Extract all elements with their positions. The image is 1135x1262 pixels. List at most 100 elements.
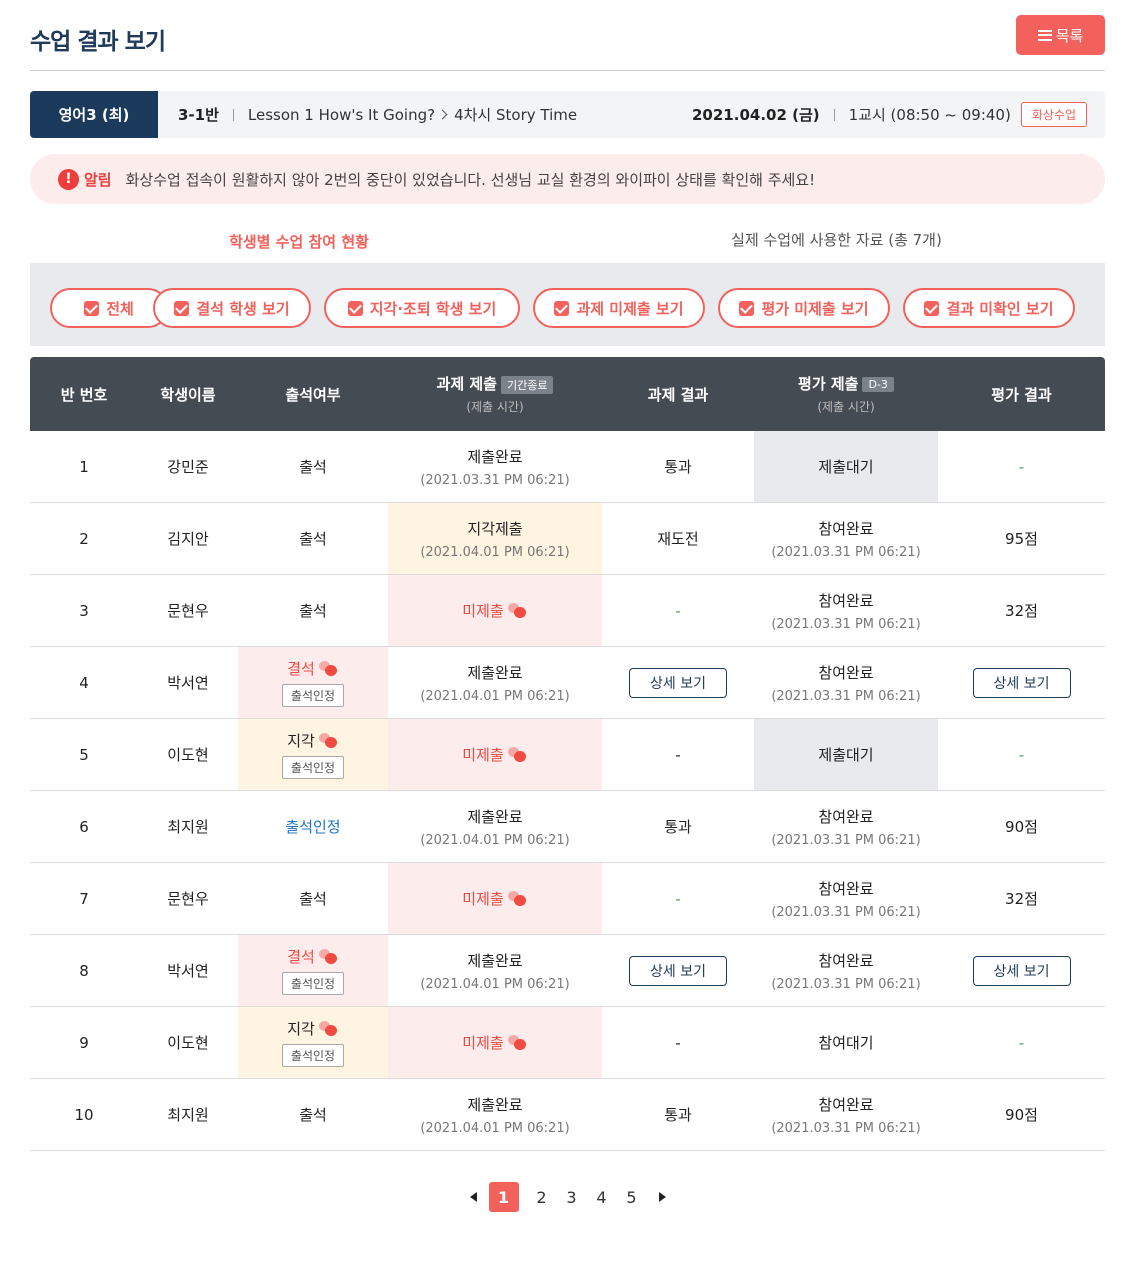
filter-absent[interactable]: 결석 학생 보기	[153, 288, 311, 328]
evaluation-label: 제출대기	[818, 746, 874, 764]
alert-message: 화상수업 접속이 원활하지 않아 2번의 중단이 있었습니다. 선생님 교실 환…	[125, 170, 816, 189]
attendance-approved-badge[interactable]: 출석인정	[281, 972, 345, 995]
evaluation-time: (2021.03.31 PM 06:21)	[771, 688, 921, 704]
cell-name: 문현우	[138, 863, 238, 934]
tab-participation[interactable]: 학생별 수업 참여 현황	[30, 218, 568, 268]
page-4[interactable]: 4	[587, 1182, 617, 1212]
cell-evaluation: 참여대기	[754, 1007, 938, 1078]
cell-evaluation: 참여완료 (2021.03.31 PM 06:21)	[754, 1079, 938, 1150]
chat-bubble-icon[interactable]	[507, 746, 528, 763]
mode-badge: 화상수업	[1020, 102, 1087, 127]
filter-label: 결과 미확인 보기	[946, 299, 1054, 318]
table-row: 1 강민준 출석 제출완료 (2021.03.31 PM 06:21) 통과 제출대기 -	[30, 431, 1105, 503]
prev-page-icon[interactable]	[469, 1192, 477, 1202]
cell-attendance: 출석	[238, 863, 388, 934]
checkbox-checked-icon	[174, 300, 190, 316]
cell-assignment-result: -	[602, 863, 754, 934]
cell-assignment: 미제출	[388, 1007, 602, 1078]
cell-name: 최지원	[138, 791, 238, 862]
next-page-icon[interactable]	[658, 1192, 666, 1202]
chat-bubble-icon[interactable]	[318, 660, 339, 677]
assignment-label: 제출완료	[467, 807, 523, 826]
alert-banner: ! 알림 화상수업 접속이 원활하지 않아 2번의 중단이 있었습니다. 선생님…	[30, 154, 1105, 204]
student-number: 8	[79, 961, 89, 980]
filter-late[interactable]: 지각·조퇴 학생 보기	[324, 288, 520, 328]
student-name: 최지원	[167, 818, 209, 836]
divider	[232, 108, 234, 121]
header-label: 출석여부	[285, 385, 341, 404]
student-name: 문현우	[167, 602, 209, 620]
assignment-result: -	[675, 601, 681, 620]
student-name: 박서연	[167, 674, 209, 692]
tab-materials[interactable]: 실제 수업에 사용한 자료 (총 7개)	[568, 218, 1105, 268]
assignment-detail-button[interactable]: 상세 보기	[629, 667, 727, 698]
chat-bubble-icon[interactable]	[318, 732, 339, 749]
chat-bubble-icon[interactable]	[318, 1020, 339, 1037]
chat-bubble-icon[interactable]	[507, 602, 528, 619]
evaluation-detail-button[interactable]: 상세 보기	[972, 667, 1071, 698]
page-1[interactable]: 1	[488, 1182, 519, 1212]
assignment-detail-button[interactable]: 상세 보기	[629, 955, 727, 986]
header-name: 학생이름	[138, 357, 238, 431]
attendance-label: 출석	[299, 530, 327, 548]
evaluation-label: 참여완료	[818, 519, 874, 538]
checkbox-checked-icon	[924, 300, 940, 316]
cell-evaluation-result: 95점	[938, 503, 1105, 574]
list-button[interactable]: 목록	[1016, 15, 1105, 55]
page-3[interactable]: 3	[557, 1182, 587, 1212]
assignment-label: 미제출	[462, 890, 504, 908]
page-2[interactable]: 2	[527, 1182, 557, 1212]
cell-name: 최지원	[138, 1079, 238, 1150]
table-row: 3 문현우 출석 미제출 - 참여완료 (2021.03.31 PM 06:21) 32점	[30, 575, 1105, 647]
class-date: 2021.04.02 (금)	[692, 106, 820, 124]
filter-all[interactable]: 전체	[50, 288, 168, 328]
header-label: 반 번호	[60, 385, 108, 404]
cell-attendance: 출석	[238, 575, 388, 646]
assignment-status: 미제출	[462, 1032, 527, 1053]
filter-assignment-missing[interactable]: 과제 미제출 보기	[533, 288, 705, 328]
table-row: 9 이도현 지각 출석인정 미제출 - 참여대기 -	[30, 1007, 1105, 1079]
list-button-label: 목록	[1055, 26, 1084, 45]
assignment-result: 재도전	[657, 530, 699, 548]
evaluation-detail-button[interactable]: 상세 보기	[972, 955, 1071, 986]
attendance-approved-badge[interactable]: 출석인정	[281, 684, 345, 707]
cell-assignment-result: 상세 보기	[602, 647, 754, 718]
assignment-label: 미제출	[462, 602, 504, 620]
divider	[833, 108, 835, 121]
assignment-time: (2021.04.01 PM 06:21)	[420, 976, 570, 992]
attendance-approved-badge[interactable]: 출석인정	[281, 1044, 345, 1067]
table-body: 1 강민준 출석 제출완료 (2021.03.31 PM 06:21) 통과 제출대기 -2 김…	[30, 431, 1105, 1151]
cell-assignment-result: -	[602, 719, 754, 790]
chat-bubble-icon[interactable]	[507, 1034, 528, 1051]
header-label: 과제 제출	[436, 375, 497, 393]
student-number: 3	[79, 601, 89, 620]
cell-number: 7	[30, 863, 138, 934]
evaluation-result: -	[1018, 457, 1025, 476]
filter-evaluation-missing[interactable]: 평가 미제출 보기	[718, 288, 890, 328]
cell-number: 5	[30, 719, 138, 790]
table-row: 4 박서연 결석 출석인정 제출완료 (2021.04.01 PM 06:21) 상세 보기…	[30, 647, 1105, 719]
table-header: 반 번호 학생이름 출석여부 과제 제출 기간종료 (제출 시간) 과제 결과 평…	[30, 357, 1105, 431]
table-row: 5 이도현 지각 출석인정 미제출 - 제출대기 -	[30, 719, 1105, 791]
header-label: 학생이름	[160, 385, 216, 404]
schedule-info: 2021.04.02 (금) 1교시 (08:50 ~ 09:40) 화상수업	[692, 102, 1105, 127]
attendance-label: 지각	[287, 732, 315, 750]
chat-bubble-icon[interactable]	[507, 890, 528, 907]
page-title: 수업 결과 보기	[30, 29, 166, 55]
attendance-approved-badge[interactable]: 출석인정	[281, 756, 345, 779]
attendance-label: 출석인정	[285, 818, 341, 836]
attendance-status: 결석	[287, 946, 339, 967]
cell-evaluation: 참여완료 (2021.03.31 PM 06:21)	[754, 791, 938, 862]
attendance-status: 지각	[287, 1018, 339, 1039]
chat-bubble-icon[interactable]	[318, 948, 339, 965]
header-label: 과제 결과	[647, 385, 709, 404]
evaluation-label: 참여대기	[818, 1034, 874, 1052]
student-name: 이도현	[167, 1034, 209, 1052]
filter-unchecked[interactable]: 결과 미확인 보기	[903, 288, 1075, 328]
student-number: 4	[79, 673, 89, 692]
student-number: 5	[79, 745, 89, 764]
filter-label: 지각·조퇴 학생 보기	[369, 299, 497, 318]
student-name: 최지원	[167, 1106, 209, 1124]
cell-evaluation: 제출대기	[754, 431, 938, 502]
page-5[interactable]: 5	[617, 1182, 647, 1212]
